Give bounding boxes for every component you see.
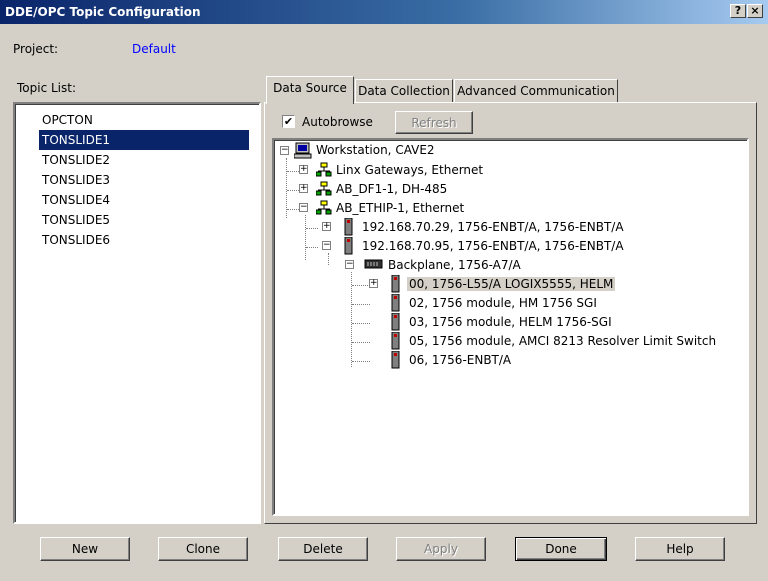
module-icon: [391, 275, 400, 293]
tree-collapse-toggle[interactable]: −: [345, 260, 354, 269]
tree-expand-toggle[interactable]: +: [369, 279, 378, 288]
tree-node-backplane[interactable]: Backplane, 1756-A7/A: [386, 256, 523, 275]
topic-list-item[interactable]: TONSLIDE2: [39, 150, 249, 170]
help-button[interactable]: Help: [635, 537, 725, 561]
topic-list-item[interactable]: TONSLIDE5: [39, 210, 249, 230]
topic-list-item[interactable]: TONSLIDE6: [39, 230, 249, 250]
module-icon: [391, 313, 400, 331]
close-button[interactable]: ×: [747, 4, 763, 18]
clone-button[interactable]: Clone: [158, 537, 248, 561]
topic-listbox[interactable]: OPCTON TONSLIDE1 TONSLIDE2 TONSLIDE3 TON…: [13, 102, 261, 524]
tree-node-workstation[interactable]: Workstation, CAVE2: [314, 141, 437, 160]
project-value: Default: [132, 42, 176, 56]
tree-node-ab-ethip[interactable]: AB_ETHIP-1, Ethernet: [334, 199, 466, 218]
delete-button[interactable]: Delete: [278, 537, 368, 561]
tree-node-slot-02[interactable]: 02, 1756 module, HM 1756 SGI: [407, 294, 599, 313]
tree-node-slot-06[interactable]: 06, 1756-ENBT/A: [407, 351, 513, 370]
tree-node-slot-00[interactable]: 00, 1756-L55/A LOGIX5555, HELM: [407, 275, 616, 294]
module-icon: [391, 332, 400, 350]
tab-data-source[interactable]: Data Source: [266, 76, 354, 104]
tree-node-slot-05[interactable]: 05, 1756 module, AMCI 8213 Resolver Limi…: [407, 332, 718, 351]
refresh-button[interactable]: Refresh: [395, 111, 473, 134]
tree-collapse-toggle[interactable]: −: [299, 203, 308, 212]
network-icon: [316, 181, 332, 196]
tree-expand-toggle[interactable]: +: [299, 184, 308, 193]
help-title-button[interactable]: ?: [730, 4, 746, 18]
workstation-icon: [294, 142, 312, 159]
tree-expand-toggle[interactable]: +: [322, 222, 331, 231]
done-button[interactable]: Done: [515, 537, 607, 561]
autobrowse-label: Autobrowse: [302, 115, 373, 129]
tree-node-ip-70-29[interactable]: 192.168.70.29, 1756-ENBT/A, 1756-ENBT/A: [360, 218, 626, 237]
tree-node-linx-gateways[interactable]: Linx Gateways, Ethernet: [334, 161, 485, 180]
network-icon: [316, 162, 332, 177]
module-icon: [391, 294, 400, 312]
tree-expand-toggle[interactable]: +: [299, 165, 308, 174]
backplane-icon: [364, 259, 383, 269]
topic-list-label: Topic List:: [17, 81, 77, 95]
autobrowse-checkbox[interactable]: ✔: [282, 115, 295, 128]
tree-collapse-toggle[interactable]: −: [280, 146, 289, 155]
module-icon: [344, 237, 353, 255]
tab-advanced-communication[interactable]: Advanced Communication: [454, 79, 618, 103]
topic-list-item[interactable]: TONSLIDE4: [39, 190, 249, 210]
window-title: DDE/OPC Topic Configuration: [5, 5, 201, 19]
tree-node-ip-70-95[interactable]: 192.168.70.95, 1756-ENBT/A, 1756-ENBT/A: [360, 237, 626, 256]
tree-node-ab-df1[interactable]: AB_DF1-1, DH-485: [334, 180, 449, 199]
device-tree[interactable]: − Workstation, CAVE2 + Linx Gateways, Et…: [272, 138, 749, 516]
topic-list-item[interactable]: TONSLIDE3: [39, 170, 249, 190]
tab-data-collection[interactable]: Data Collection: [355, 79, 453, 103]
tree-collapse-toggle[interactable]: −: [322, 241, 331, 250]
project-label: Project:: [13, 42, 59, 56]
new-button[interactable]: New: [40, 537, 130, 561]
tree-node-slot-03[interactable]: 03, 1756 module, HELM 1756-SGI: [407, 313, 614, 332]
apply-button[interactable]: Apply: [396, 537, 486, 561]
module-icon: [344, 218, 353, 236]
topic-list-item-selected[interactable]: TONSLIDE1: [39, 130, 249, 150]
topic-list-item[interactable]: OPCTON: [39, 110, 249, 130]
module-icon: [391, 351, 400, 369]
network-icon: [316, 200, 332, 215]
title-bar: DDE/OPC Topic Configuration ? ×: [0, 0, 768, 24]
